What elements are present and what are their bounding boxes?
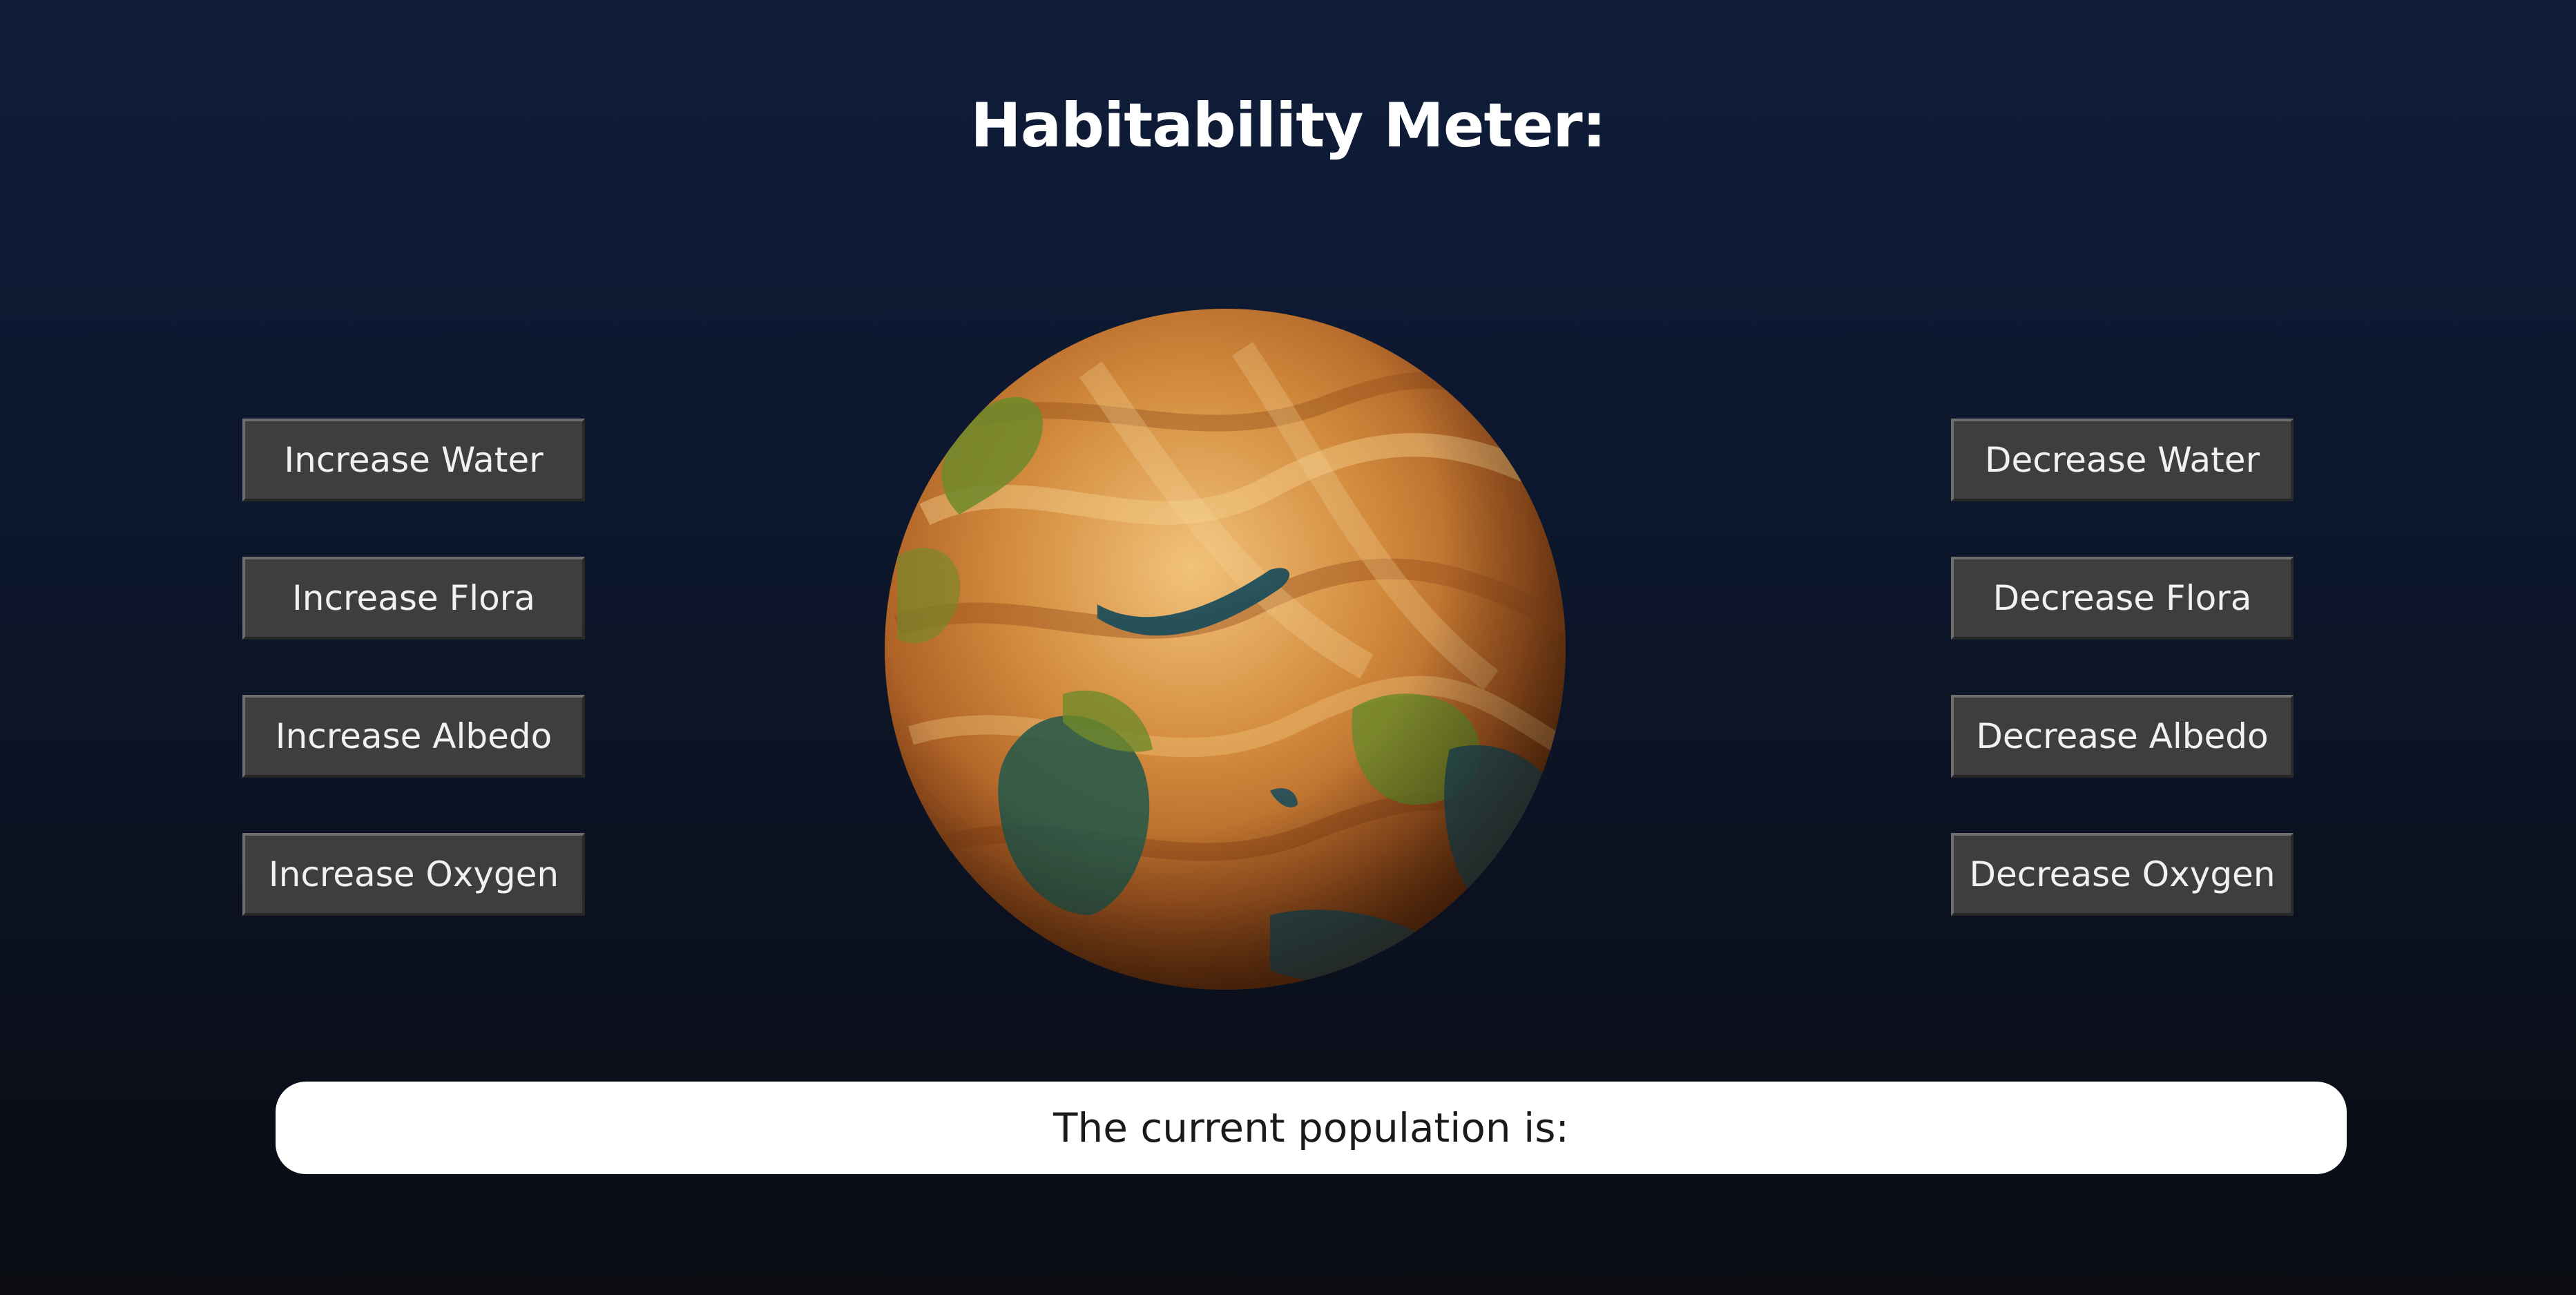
population-readout: The current population is: — [276, 1082, 2347, 1174]
planet-globe — [883, 307, 1567, 991]
increase-water-button[interactable]: Increase Water — [242, 419, 585, 501]
population-label: The current population is: — [1053, 1104, 1569, 1151]
decrease-albedo-button[interactable]: Decrease Albedo — [1951, 695, 2294, 778]
decrease-oxygen-button[interactable]: Decrease Oxygen — [1951, 833, 2294, 916]
page-title: Habitability Meter: — [970, 90, 1606, 161]
decrease-water-button[interactable]: Decrease Water — [1951, 419, 2294, 501]
increase-flora-button[interactable]: Increase Flora — [242, 557, 585, 640]
decrease-flora-button[interactable]: Decrease Flora — [1951, 557, 2294, 640]
planet-globe-icon — [885, 309, 1566, 990]
increase-albedo-button[interactable]: Increase Albedo — [242, 695, 585, 778]
increase-oxygen-button[interactable]: Increase Oxygen — [242, 833, 585, 916]
